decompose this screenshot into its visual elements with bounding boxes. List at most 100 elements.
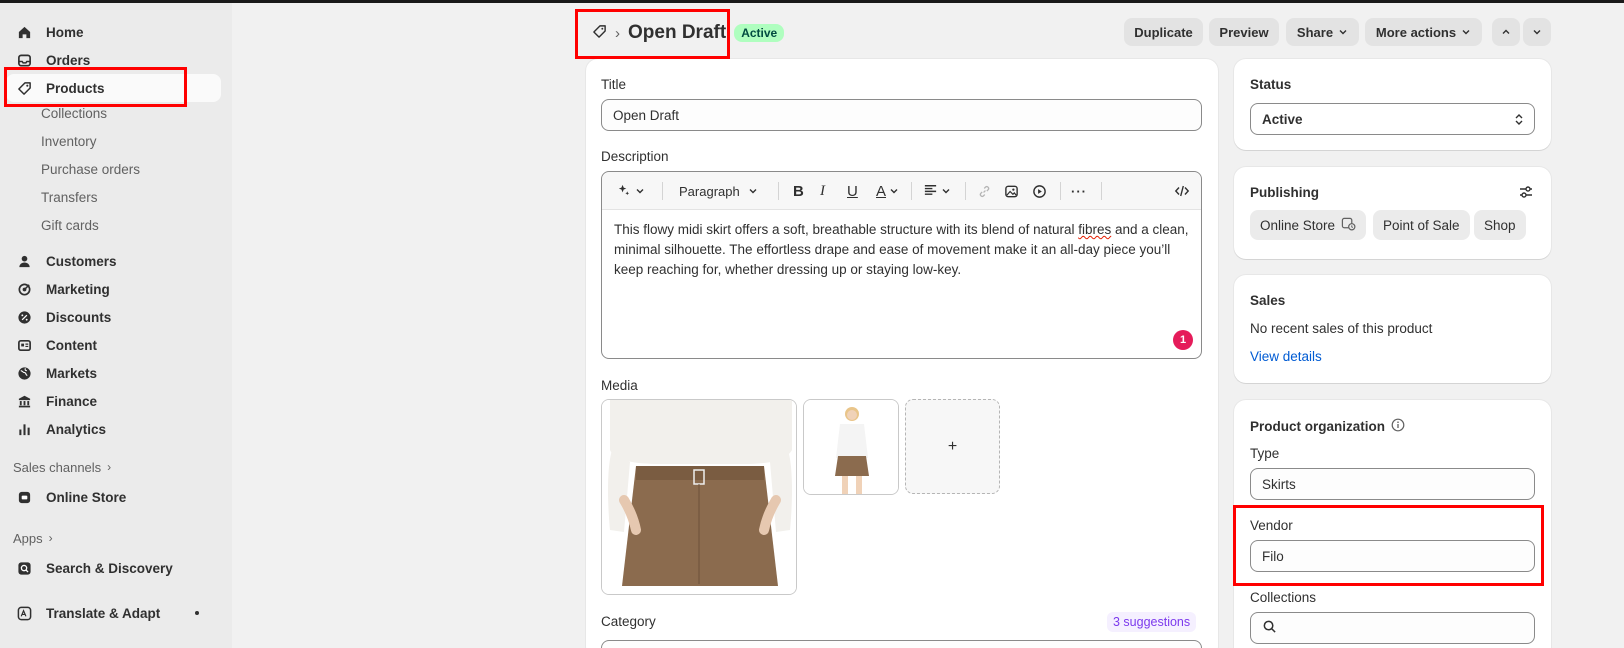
sidebar-item-label: Discounts: [46, 309, 112, 325]
link-icon[interactable]: [977, 182, 992, 200]
sidebar-item-orders[interactable]: Orders: [6, 46, 221, 74]
chevron-up-icon: [1501, 25, 1511, 40]
bold-icon[interactable]: B: [793, 182, 804, 200]
sales-channels-heading[interactable]: Sales channels ›: [13, 457, 111, 477]
sidebar-item-label: Products: [46, 80, 105, 96]
view-details-link[interactable]: View details: [1250, 349, 1322, 364]
calendar-clock-icon: [1341, 216, 1356, 234]
collections-search-input[interactable]: [1250, 612, 1535, 644]
sidebar-item-markets[interactable]: Markets: [6, 359, 221, 387]
description-editor[interactable]: Paragraph B I U A ··· This flowy midi sk…: [601, 171, 1202, 359]
globe-icon: [16, 365, 32, 381]
sidebar-sub-collections[interactable]: Collections: [41, 102, 107, 124]
add-media-button[interactable]: +: [905, 399, 1000, 494]
sidebar: Home Orders Products Collections Invento…: [0, 3, 232, 648]
chevron-down-icon: [1532, 25, 1542, 40]
media-primary-image[interactable]: [601, 399, 797, 595]
channel-chip-point-of-sale[interactable]: Point of Sale: [1373, 210, 1470, 240]
page-header: › Open Draft Active: [592, 17, 785, 49]
image-icon[interactable]: [1004, 182, 1019, 200]
previous-product-button[interactable]: [1492, 18, 1520, 46]
translate-app-icon: [16, 605, 32, 621]
share-button[interactable]: Share: [1286, 18, 1359, 46]
sidebar-item-label: Content: [46, 337, 97, 353]
channel-chip-online-store[interactable]: Online Store: [1250, 210, 1367, 240]
sidebar-item-products[interactable]: Products: [6, 74, 221, 102]
ai-magic-button[interactable]: [616, 182, 645, 200]
sparkle-icon: [616, 182, 631, 200]
preview-button[interactable]: Preview: [1209, 18, 1279, 46]
media-thumbnail-image[interactable]: [803, 399, 899, 495]
sidebar-item-finance[interactable]: Finance: [6, 387, 221, 415]
sidebar-item-search-discovery[interactable]: Search & Discovery: [6, 554, 221, 582]
type-input[interactable]: Skirts: [1250, 468, 1535, 500]
more-actions-button[interactable]: More actions: [1365, 18, 1482, 46]
model-photo: [804, 400, 898, 494]
chevron-down-icon: [635, 184, 645, 199]
sidebar-item-marketing[interactable]: Marketing: [6, 275, 221, 303]
chevron-down-icon: [889, 184, 899, 199]
type-label: Type: [1250, 446, 1280, 461]
duplicate-button[interactable]: Duplicate: [1124, 18, 1203, 46]
chevron-down-icon: [1338, 25, 1348, 40]
sidebar-sub-purchase-orders[interactable]: Purchase orders: [41, 158, 140, 180]
underline-icon[interactable]: U: [847, 182, 858, 200]
sidebar-item-label: Finance: [46, 393, 98, 409]
video-icon[interactable]: [1032, 182, 1047, 200]
select-arrows-icon: [1514, 113, 1524, 129]
sidebar-item-label: Online Store: [46, 489, 127, 505]
sidebar-item-translate-adapt[interactable]: Translate & Adapt: [6, 599, 221, 627]
status-card-title: Status: [1250, 77, 1292, 92]
text-color-icon: A: [876, 182, 887, 200]
sidebar-sub-inventory[interactable]: Inventory: [41, 130, 97, 152]
sidebar-item-label: Markets: [46, 365, 98, 381]
settings-sliders-icon[interactable]: [1518, 184, 1534, 203]
channel-chip-label: Online Store: [1260, 217, 1336, 233]
sidebar-item-customers[interactable]: Customers: [6, 247, 221, 275]
info-icon[interactable]: [1391, 418, 1405, 435]
sales-card-title: Sales: [1250, 293, 1286, 308]
channel-chip-shop[interactable]: Shop: [1474, 210, 1526, 240]
toolbar-divider: [662, 182, 663, 200]
vendor-label: Vendor: [1250, 518, 1293, 533]
chevron-down-icon: [941, 184, 951, 199]
misspelled-word[interactable]: fibres: [1078, 222, 1111, 237]
title-input[interactable]: Open Draft: [601, 99, 1202, 131]
text-color-button[interactable]: A: [876, 182, 899, 200]
more-actions-label: More actions: [1375, 24, 1457, 40]
status-select[interactable]: Active: [1250, 103, 1535, 135]
category-suggestions-badge[interactable]: 3 suggestions: [1107, 612, 1197, 632]
sidebar-sub-transfers[interactable]: Transfers: [41, 186, 98, 208]
next-product-button[interactable]: [1523, 18, 1551, 46]
editor-toolbar: Paragraph B I U A ···: [602, 172, 1201, 210]
bank-icon: [16, 393, 32, 409]
sidebar-item-content[interactable]: Content: [6, 331, 221, 359]
home-icon: [16, 24, 32, 40]
tag-icon[interactable]: [592, 24, 607, 42]
vendor-input[interactable]: Filo: [1250, 540, 1535, 572]
discount-icon: [16, 309, 32, 325]
apps-heading[interactable]: Apps ›: [13, 528, 53, 548]
description-text[interactable]: This flowy midi skirt offers a soft, bre…: [614, 220, 1192, 280]
sidebar-item-analytics[interactable]: Analytics: [6, 415, 221, 443]
italic-icon[interactable]: I: [820, 182, 825, 200]
publishing-card-title: Publishing: [1250, 185, 1319, 200]
sidebar-item-discounts[interactable]: Discounts: [6, 303, 221, 331]
sidebar-item-label: Home: [46, 24, 84, 40]
content-icon: [16, 337, 32, 353]
sidebar-item-online-store[interactable]: Online Store: [6, 483, 221, 511]
issue-count-badge[interactable]: 1: [1173, 330, 1193, 350]
align-button[interactable]: [923, 182, 951, 200]
page-title: Open Draft: [628, 22, 727, 43]
paragraph-format-select[interactable]: Paragraph: [679, 182, 758, 200]
skirt-photo: [602, 400, 796, 594]
category-input[interactable]: [601, 640, 1202, 648]
sidebar-sub-gift-cards[interactable]: Gift cards: [41, 214, 99, 236]
breadcrumb-chevron-icon: ›: [615, 24, 620, 42]
toolbar-divider: [1060, 182, 1061, 200]
code-view-icon[interactable]: [1174, 182, 1190, 200]
sidebar-item-home[interactable]: Home: [6, 18, 221, 46]
search-icon: [1262, 619, 1277, 637]
more-options-icon[interactable]: ···: [1071, 182, 1087, 200]
chevron-down-icon: [748, 184, 758, 199]
